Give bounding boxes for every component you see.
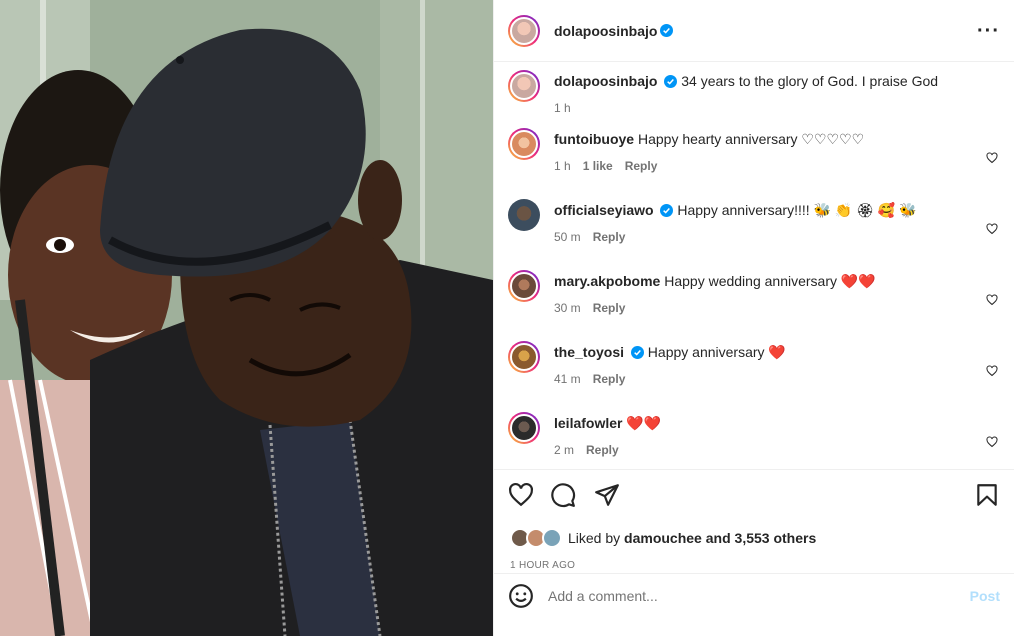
commenter-avatar[interactable] xyxy=(508,341,540,373)
comment-input[interactable] xyxy=(548,587,970,604)
comment-item: leilafowler ❤️❤️ 2 m Reply xyxy=(508,412,1000,469)
comment-time[interactable]: 50 m xyxy=(554,228,581,246)
commenter-avatar[interactable] xyxy=(508,128,540,160)
liker-avatar xyxy=(542,528,562,548)
post-actions: Liked by damouchee and 3,553 others 1 HO… xyxy=(494,469,1014,617)
bookmark-icon[interactable] xyxy=(974,482,1000,508)
comment-body: the_toyosi Happy anniversary ❤️ 41 m Rep… xyxy=(554,343,1000,388)
comment-item: officialseyiawo Happy anniversary!!!! 🐝 … xyxy=(508,199,1000,272)
comment-likes[interactable]: 1 like xyxy=(583,157,613,175)
reply-button[interactable]: Reply xyxy=(586,441,619,459)
comment-text: Happy anniversary!!!! 🐝 👏 🏵 🥰 🐝 xyxy=(677,202,917,218)
commenter-avatar[interactable] xyxy=(508,199,540,231)
verified-icon xyxy=(660,24,674,37)
commenter-username[interactable]: mary.akpobome xyxy=(554,273,660,289)
small-heart-icon[interactable] xyxy=(986,365,998,377)
small-heart-icon[interactable] xyxy=(986,223,998,235)
small-heart-icon[interactable] xyxy=(986,294,998,306)
emoji-icon[interactable] xyxy=(508,583,534,609)
reply-button[interactable]: Reply xyxy=(593,228,626,246)
comments-list[interactable]: dolapoosinbajo 34 years to the glory of … xyxy=(494,62,1014,469)
verified-icon xyxy=(664,75,678,88)
reply-button[interactable]: Reply xyxy=(593,299,626,317)
caption-text: 34 years to the glory of God. I praise G… xyxy=(681,73,939,89)
caption-username[interactable]: dolapoosinbajo xyxy=(554,73,657,89)
reply-button[interactable]: Reply xyxy=(625,157,658,175)
comment-body: leilafowler ❤️❤️ 2 m Reply xyxy=(554,414,1000,459)
likes-summary: Liked by damouchee and 3,553 others xyxy=(510,528,816,548)
comment-time[interactable]: 41 m xyxy=(554,370,581,388)
reply-button[interactable]: Reply xyxy=(593,370,626,388)
comment-item: funtoibuoye Happy hearty anniversary ♡♡♡… xyxy=(508,128,1000,201)
post-photo-illustration xyxy=(0,0,493,636)
commenter-username[interactable]: funtoibuoye xyxy=(554,131,634,147)
commenter-username[interactable]: the_toyosi xyxy=(554,344,624,360)
comment-text: Happy hearty anniversary ♡♡♡♡♡ xyxy=(638,131,865,147)
comment-icon[interactable] xyxy=(550,482,576,508)
liked-by-user[interactable]: damouchee xyxy=(624,530,702,546)
post-details-panel: dolapoosinbajo ··· dolapoosinbajo 34 yea… xyxy=(493,0,1014,636)
post-header: dolapoosinbajo ··· xyxy=(494,0,1014,62)
commenter-username[interactable]: leilafowler xyxy=(554,415,622,431)
post-photo[interactable] xyxy=(0,0,493,636)
comment-time[interactable]: 1 h xyxy=(554,157,571,175)
caption-body: dolapoosinbajo 34 years to the glory of … xyxy=(554,72,1000,117)
comment-body: officialseyiawo Happy anniversary!!!! 🐝 … xyxy=(554,201,1000,246)
verified-icon xyxy=(630,346,644,359)
small-heart-icon[interactable] xyxy=(986,436,998,448)
like-icon[interactable] xyxy=(508,482,534,508)
small-heart-icon[interactable] xyxy=(986,152,998,164)
comment-item: mary.akpobome Happy wedding anniversary … xyxy=(508,270,1000,343)
caption-time[interactable]: 1 h xyxy=(554,99,571,117)
comment-body: funtoibuoye Happy hearty anniversary ♡♡♡… xyxy=(554,130,1000,175)
share-icon[interactable] xyxy=(594,482,620,508)
author-avatar[interactable] xyxy=(508,70,540,102)
comment-text: Happy wedding anniversary ❤️❤️ xyxy=(664,273,876,289)
add-comment-bar: Post xyxy=(494,573,1014,617)
liked-by-prefix: Liked by xyxy=(568,530,621,546)
comment-text: ❤️❤️ xyxy=(626,415,662,431)
instagram-post-modal: dolapoosinbajo ··· dolapoosinbajo 34 yea… xyxy=(0,0,1014,636)
liked-by-others[interactable]: and 3,553 others xyxy=(706,530,817,546)
commenter-username[interactable]: officialseyiawo xyxy=(554,202,654,218)
action-icons xyxy=(508,482,1000,508)
liker-avatars xyxy=(510,528,566,548)
more-options-icon[interactable]: ··· xyxy=(977,21,1000,41)
author-avatar[interactable] xyxy=(508,14,540,47)
comment-body: mary.akpobome Happy wedding anniversary … xyxy=(554,272,1000,317)
caption: dolapoosinbajo 34 years to the glory of … xyxy=(508,70,1000,130)
commenter-avatar[interactable] xyxy=(508,412,540,444)
author-username[interactable]: dolapoosinbajo xyxy=(554,23,657,39)
post-comment-button[interactable]: Post xyxy=(970,588,1000,604)
comment-text: Happy anniversary ❤️ xyxy=(647,344,786,360)
comment-time[interactable]: 2 m xyxy=(554,441,574,459)
comment-item: the_toyosi Happy anniversary ❤️ 41 m Rep… xyxy=(508,341,1000,414)
post-timestamp[interactable]: 1 HOUR AGO xyxy=(510,560,575,571)
verified-icon xyxy=(660,204,674,217)
commenter-avatar[interactable] xyxy=(508,270,540,302)
comment-time[interactable]: 30 m xyxy=(554,299,581,317)
